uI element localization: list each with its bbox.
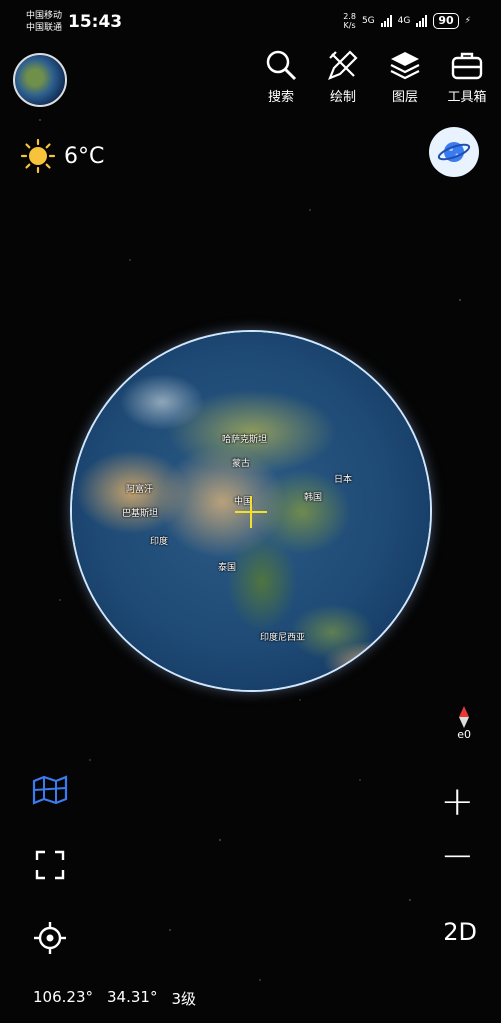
draw-label: 绘制 bbox=[329, 90, 356, 105]
carrier-1: 中国移动 bbox=[26, 11, 63, 21]
fullscreen-button[interactable] bbox=[30, 845, 70, 885]
map-label: 巴基斯坦 bbox=[122, 509, 159, 519]
toolbox-label: 工具箱 bbox=[447, 90, 487, 105]
net-speed: 2.8 K/s bbox=[343, 12, 356, 30]
coordinate-readout: 106.23° 34.31° 3级 bbox=[33, 988, 196, 1009]
search-icon bbox=[266, 50, 297, 81]
planet-button[interactable] bbox=[429, 127, 479, 177]
frame-icon bbox=[35, 850, 65, 880]
signal-icon bbox=[380, 15, 392, 27]
compass-heading: e0 bbox=[457, 728, 471, 741]
toolbox-button[interactable]: 工具箱 bbox=[447, 48, 487, 105]
latitude: 34.31° bbox=[107, 988, 158, 1006]
center-crosshair bbox=[235, 496, 267, 528]
battery-indicator: 90 bbox=[433, 13, 459, 29]
zoom-out-button[interactable]: − bbox=[440, 836, 474, 876]
map-label: 韩国 bbox=[304, 493, 323, 503]
search-button[interactable]: 搜索 bbox=[261, 48, 301, 105]
charging-icon: ⚡ bbox=[464, 16, 471, 26]
zoom-level: 3级 bbox=[171, 990, 196, 1008]
layers-icon bbox=[390, 52, 420, 80]
map-label: 泰国 bbox=[218, 563, 237, 573]
map-label: 阿富汗 bbox=[126, 485, 154, 495]
map-label: 印度 bbox=[150, 537, 169, 547]
locate-button[interactable] bbox=[30, 918, 70, 958]
status-bar: 中国移动 中国联通 15:43 2.8 K/s 5G 4G 90 ⚡ bbox=[0, 6, 501, 40]
layers-label: 图层 bbox=[391, 90, 418, 105]
carrier-info: 中国移动 中国联通 bbox=[26, 10, 62, 34]
map-style-button[interactable] bbox=[30, 770, 70, 810]
weather-widget[interactable]: 6°C bbox=[20, 138, 104, 174]
network-type-1: 5G bbox=[361, 16, 375, 26]
map-icon bbox=[32, 775, 68, 805]
search-label: 搜索 bbox=[267, 90, 294, 105]
compass-icon bbox=[459, 706, 470, 728]
status-indicators: 2.8 K/s 5G 4G 90 ⚡ bbox=[343, 12, 471, 30]
globe-view-button[interactable] bbox=[13, 53, 67, 107]
layers-button[interactable]: 图层 bbox=[385, 48, 425, 105]
planet-icon bbox=[437, 142, 471, 162]
zoom-in-button[interactable]: + bbox=[440, 782, 474, 822]
locate-icon bbox=[34, 922, 66, 954]
draw-button[interactable]: 绘制 bbox=[323, 48, 363, 105]
toolbox-icon bbox=[451, 52, 483, 80]
compass-button[interactable]: e0 bbox=[457, 706, 471, 741]
view-mode-toggle[interactable]: 2D bbox=[443, 918, 477, 946]
signal-icon-2 bbox=[416, 15, 428, 27]
draw-icon bbox=[328, 50, 358, 80]
clock: 15:43 bbox=[68, 12, 123, 32]
carrier-2: 中国联通 bbox=[26, 23, 63, 33]
map-label: 印度尼西亚 bbox=[260, 633, 306, 643]
top-toolbar: 搜索 绘制 图层 工具箱 bbox=[261, 48, 487, 105]
map-label: 哈萨克斯坦 bbox=[222, 435, 268, 445]
longitude: 106.23° bbox=[33, 988, 93, 1006]
temperature: 6°C bbox=[64, 143, 105, 169]
map-label: 日本 bbox=[334, 475, 353, 485]
map-label: 蒙古 bbox=[232, 459, 251, 469]
sun-icon bbox=[20, 138, 56, 174]
network-type-2: 4G bbox=[397, 16, 411, 26]
